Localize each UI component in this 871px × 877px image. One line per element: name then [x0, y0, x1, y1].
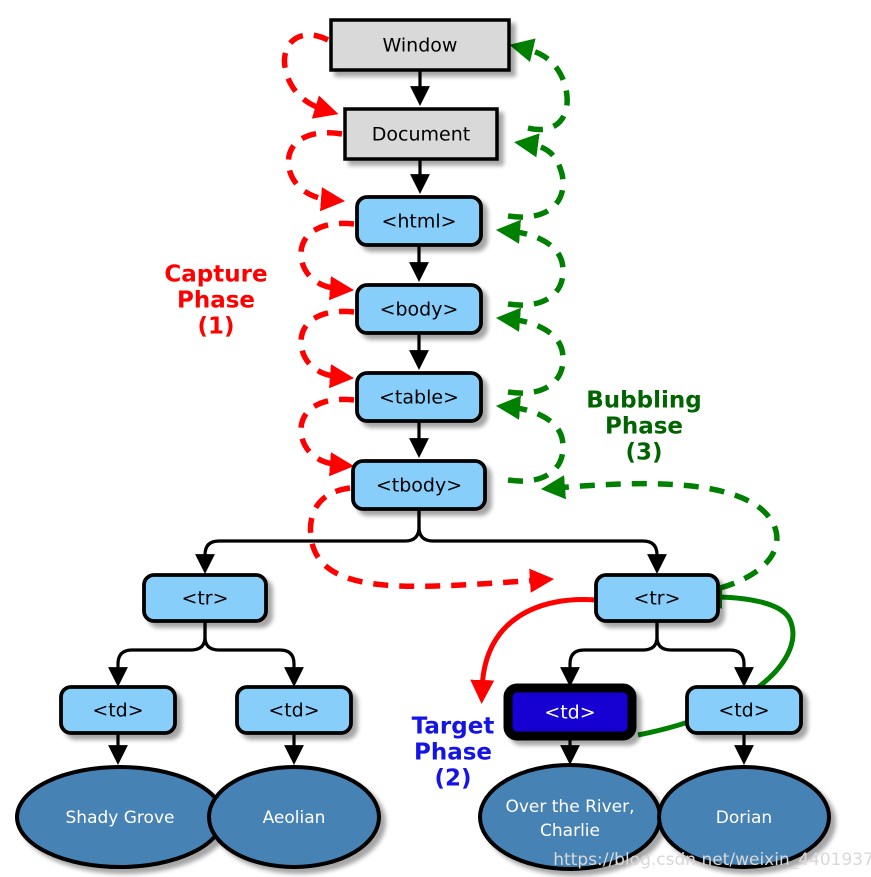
node-tbody[interactable]: <tbody> — [351, 459, 487, 511]
node-td-target[interactable]: <td> — [503, 683, 637, 741]
leaf-aeolian-label: Aeolian — [263, 808, 326, 828]
node-table-label: <table> — [379, 387, 459, 409]
capture-phase-line-1: Capture — [164, 262, 267, 288]
capture-phase-line-3: (1) — [197, 314, 234, 340]
watermark: https://blog.csdn.net/weixin_44019370 — [553, 850, 871, 870]
leaf-aeolian[interactable]: Aeolian — [207, 765, 381, 869]
target-phase-line-2: Phase — [414, 740, 492, 766]
node-td-1[interactable]: <td> — [59, 685, 177, 735]
bubbling-phase-line-3: (3) — [625, 440, 662, 466]
node-td-4-label: <td> — [718, 700, 769, 722]
node-body[interactable]: <body> — [355, 283, 483, 335]
node-tr-right-label: <tr> — [633, 588, 680, 610]
node-document-label: Document — [372, 124, 470, 146]
node-td-2[interactable]: <td> — [235, 685, 353, 735]
node-tr-right[interactable]: <tr> — [594, 573, 720, 623]
capture-phase-line-2: Phase — [177, 288, 255, 314]
node-table[interactable]: <table> — [355, 371, 483, 423]
leaf-shady-grove-label: Shady Grove — [66, 808, 175, 828]
node-tr-left[interactable]: <tr> — [142, 573, 268, 623]
leaf-over-the-river-charlie-label-line1: Over the River, — [505, 797, 634, 817]
node-td-4[interactable]: <td> — [685, 685, 803, 735]
node-body-label: <body> — [380, 299, 459, 321]
bubbling-phase-line-1: Bubbling — [586, 388, 701, 414]
target-phase-line-1: Target — [412, 714, 495, 740]
leaf-over-the-river-charlie-label-line2: Charlie — [540, 821, 600, 841]
node-html[interactable]: <html> — [355, 195, 483, 247]
bubbling-phase-line-2: Phase — [605, 414, 683, 440]
leaf-shady-grove[interactable]: Shady Grove — [15, 765, 225, 869]
node-tbody-label: <tbody> — [376, 475, 462, 497]
leaf-dorian-label: Dorian — [716, 808, 772, 828]
target-phase-line-3: (2) — [434, 766, 471, 792]
node-td-1-label: <td> — [92, 700, 143, 722]
node-document[interactable]: Document — [343, 107, 499, 161]
diagram-canvas: Window Document <html> <body> <table> <t… — [0, 0, 871, 877]
node-tr-left-label: <tr> — [181, 588, 228, 610]
dom-event-flow-diagram: Window Document <html> <body> <table> <t… — [0, 0, 871, 877]
node-window-label: Window — [383, 35, 458, 57]
node-td-2-label: <td> — [268, 700, 319, 722]
node-td-target-label: <td> — [544, 702, 595, 724]
node-html-label: <html> — [381, 211, 456, 233]
node-window[interactable]: Window — [329, 18, 511, 72]
